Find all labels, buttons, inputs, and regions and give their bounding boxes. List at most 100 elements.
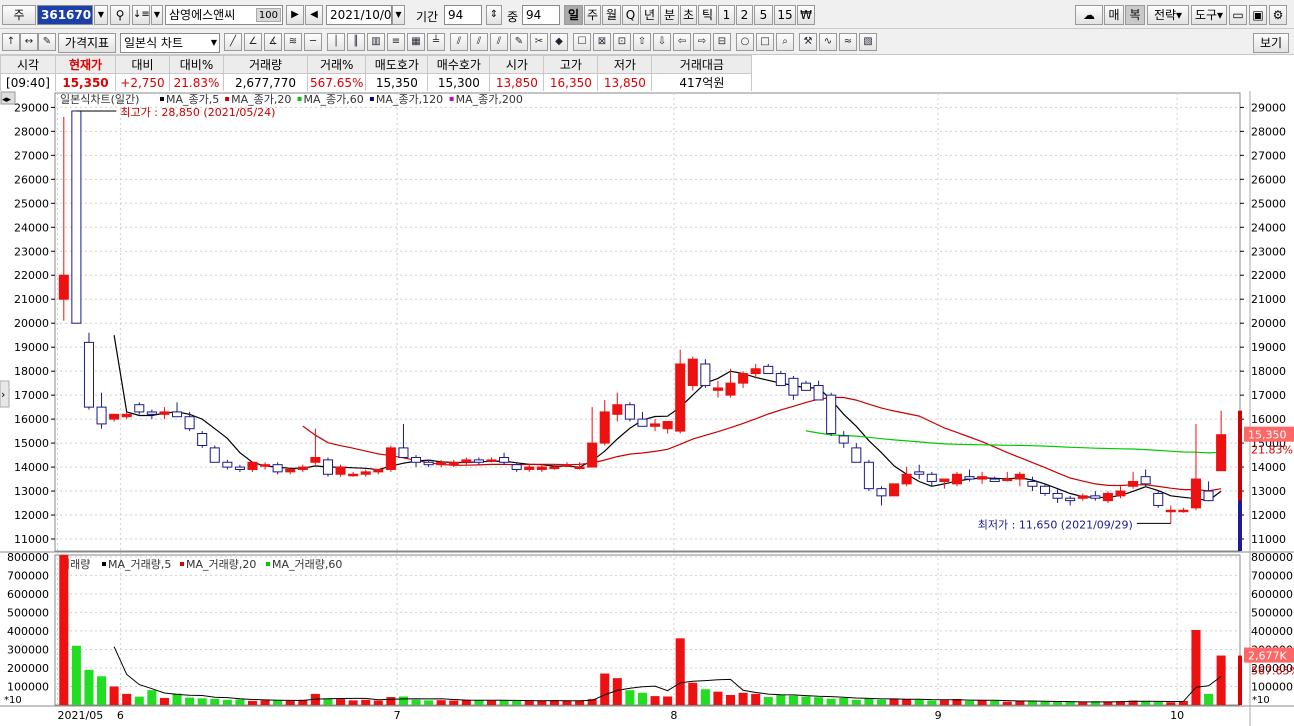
multi-button[interactable]: 복	[1125, 5, 1145, 25]
image-icon[interactable]: ▧	[859, 33, 877, 51]
gann-icon[interactable]: ⫽	[490, 33, 508, 51]
market-type-select[interactable]: 주	[2, 5, 36, 25]
interval-button-5[interactable]: 분	[660, 5, 679, 25]
price-tick-left: 16000	[14, 413, 49, 426]
parallel-icon[interactable]: ⫽	[450, 33, 468, 51]
arrow-up-icon[interactable]: ⇧	[633, 33, 651, 51]
expand-icon[interactable]: ↔	[20, 33, 38, 51]
candlestick-chart[interactable]: 11000 11000 12000 12000 13000 13000 14000 14000…	[0, 91, 1294, 726]
interval-button-12[interactable]: ₩	[797, 5, 815, 25]
interval-button-8[interactable]: 1	[718, 5, 735, 25]
low-price-annotation: 최저가 : 11,650 (2021/09/29)	[978, 518, 1133, 531]
volume-legend-item: MA_거래량,5	[108, 558, 171, 571]
interval-button-4[interactable]: 년	[640, 5, 659, 25]
price-legend-item: MA_종가,5	[166, 93, 219, 106]
interval-button-1[interactable]: 주	[584, 5, 601, 25]
cycle-icon[interactable]: ╧	[427, 33, 445, 51]
view-button[interactable]: 보기	[1253, 33, 1289, 53]
period-input[interactable]: 94	[444, 5, 482, 25]
save-icon[interactable]: ▣	[1249, 5, 1267, 25]
volume-bar	[876, 699, 887, 705]
count-badge: 100	[255, 8, 281, 22]
fibo-icon[interactable]: ≡	[387, 33, 405, 51]
arrow-right-icon[interactable]: ⇨	[693, 33, 711, 51]
tools-button[interactable]: 도구▾	[1191, 5, 1227, 25]
parallel2-icon[interactable]: ⫽	[470, 33, 488, 51]
edit-icon[interactable]: ✎	[38, 33, 56, 51]
volume-bar	[965, 700, 975, 705]
wrench-icon[interactable]: ⚙	[1269, 5, 1287, 25]
main-toolbar: 주 361670 ▼ ⚲ ↓≡ ▼ 삼영에스앤씨 100 ▶ ◀ 2021/10/…	[0, 0, 1294, 29]
interval-button-2[interactable]: 월	[602, 5, 621, 25]
sort-dropdown-button[interactable]: ▼	[151, 5, 163, 25]
indicator-button[interactable]: 가격지표	[58, 33, 116, 53]
candle	[71, 110, 82, 324]
price-tick-right: 25000	[1251, 197, 1286, 210]
candle	[385, 445, 396, 472]
angle-icon[interactable]: ∠	[244, 33, 262, 51]
period-icon[interactable]: ▥	[367, 33, 385, 51]
info-value-0: [09:40]	[0, 73, 56, 92]
wave-icon[interactable]: ∿	[819, 33, 837, 51]
wave2-icon[interactable]: ≈	[839, 33, 857, 51]
interval-button-7[interactable]: 틱	[698, 5, 717, 25]
arc-icon[interactable]: ∡	[264, 33, 282, 51]
scissors-icon[interactable]: ✂	[530, 33, 548, 51]
fan-icon[interactable]: ≋	[284, 33, 302, 51]
arrow-left-icon[interactable]: ⇦	[673, 33, 691, 51]
volume-bar	[663, 696, 673, 705]
chart-type-select[interactable]: 일본식 차트 ▼	[120, 33, 220, 53]
info-value-6: 15,350	[365, 73, 429, 92]
price-tick-right: 28000	[1251, 125, 1286, 138]
text-icon[interactable]: ⊠	[593, 33, 611, 51]
trendline-icon[interactable]: ╱	[224, 33, 242, 51]
clipboard-icon[interactable]: ⊟	[713, 33, 731, 51]
pen-icon[interactable]: ✎	[510, 33, 528, 51]
interval-button-10[interactable]: 5	[754, 5, 773, 25]
info-header-5: 거래%	[306, 55, 367, 74]
zoom-icon[interactable]: ⇕	[486, 5, 502, 25]
box-icon[interactable]: ▦	[407, 33, 425, 51]
next-stock-button[interactable]: ▶	[286, 5, 304, 25]
interval-button-11[interactable]: 15	[774, 5, 796, 25]
interval-button-9[interactable]: 2	[736, 5, 753, 25]
volume-bar	[285, 700, 295, 705]
interval-button-0[interactable]: 일	[564, 5, 583, 25]
cloud-icon[interactable]: ☁	[1075, 5, 1103, 25]
stock-name-field[interactable]: 삼영에스앤씨 100	[165, 5, 283, 25]
chart-type-label: 일본식 차트	[124, 36, 184, 50]
interval-button-3[interactable]: Q	[622, 5, 639, 25]
volume-unit-left: *10	[4, 695, 22, 706]
vline-icon[interactable]: │	[327, 33, 345, 51]
stock-code-input[interactable]: 361670	[37, 5, 93, 25]
color-icon[interactable]: ◆	[550, 33, 568, 51]
volume-bar	[1191, 630, 1201, 705]
folder-icon[interactable]: ▭	[1229, 5, 1247, 25]
code-dropdown-button[interactable]: ▼	[94, 5, 108, 25]
magnify-icon[interactable]: ⌕	[776, 33, 794, 51]
count-input[interactable]: 94	[522, 5, 560, 25]
date-input[interactable]: 2021/10/06	[326, 5, 392, 25]
volume-tick-left: 300000	[7, 643, 49, 656]
strategy-button[interactable]: 전략▾	[1147, 5, 1189, 25]
interval-button-6[interactable]: 초	[680, 5, 697, 25]
prev-stock-button[interactable]: ◀	[305, 5, 323, 25]
memo-icon[interactable]: ⊡	[613, 33, 631, 51]
sort-icon[interactable]: ↓≡	[132, 5, 150, 25]
tool-icon[interactable]: ⚒	[799, 33, 817, 51]
price-tick-right: 14000	[1251, 461, 1286, 474]
price-tick-left: 27000	[14, 149, 49, 162]
volume-legend-item: MA_거래량,60	[272, 558, 342, 571]
arrow-down-icon[interactable]: ⇩	[653, 33, 671, 51]
date-dropdown-button[interactable]: ▼	[392, 5, 405, 25]
buy-button[interactable]: 매	[1104, 5, 1124, 25]
rect-icon[interactable]: □	[756, 33, 774, 51]
price-tick-left: 11000	[14, 533, 49, 546]
channel-icon[interactable]: ║	[347, 33, 365, 51]
up-arrow-icon[interactable]: ↑	[2, 33, 20, 51]
volume-bar	[990, 700, 1000, 705]
circle-icon[interactable]: ○	[736, 33, 754, 51]
search-icon[interactable]: ⚲	[110, 5, 130, 25]
hline-icon[interactable]: ─	[304, 33, 322, 51]
fill-icon[interactable]: ☐	[573, 33, 591, 51]
